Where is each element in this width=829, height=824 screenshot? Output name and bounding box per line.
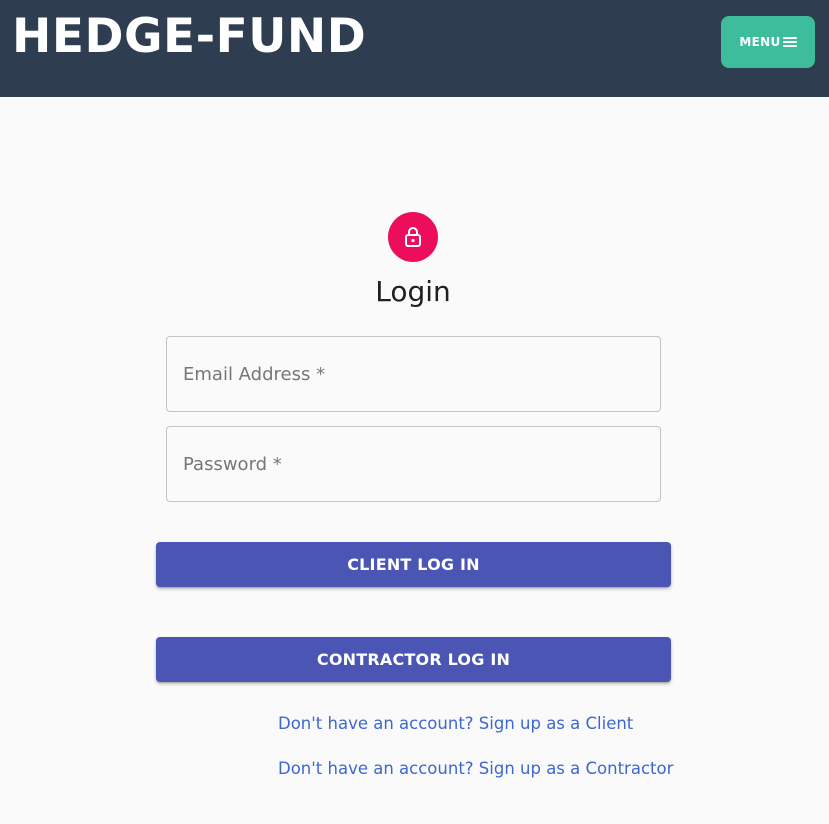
password-input[interactable] <box>167 427 660 501</box>
lock-icon <box>405 227 421 247</box>
password-field[interactable] <box>166 426 661 502</box>
page-title: Login <box>375 275 451 308</box>
signup-client-link[interactable]: Don't have an account? Sign up as a Clie… <box>278 713 633 735</box>
brand-logo[interactable]: HEDGE-FUND <box>12 8 366 66</box>
client-login-button[interactable]: CLIENT LOG IN <box>156 542 671 587</box>
contractor-login-button[interactable]: CONTRACTOR LOG IN <box>156 637 671 682</box>
hamburger-icon <box>782 37 797 47</box>
email-input[interactable] <box>167 337 660 411</box>
top-app-bar: HEDGE-FUND MENU <box>0 0 829 97</box>
email-field[interactable] <box>166 336 661 412</box>
menu-button[interactable]: MENU <box>721 16 815 68</box>
menu-button-label: MENU <box>739 35 781 49</box>
lock-avatar <box>388 212 438 262</box>
signup-contractor-link[interactable]: Don't have an account? Sign up as a Cont… <box>278 758 673 780</box>
